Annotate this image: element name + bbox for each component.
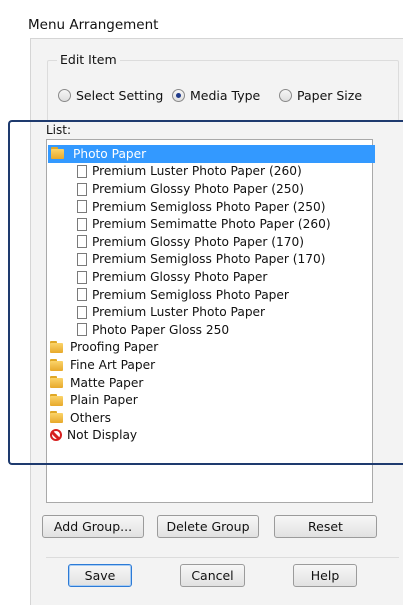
edit-item-label: Edit Item (57, 52, 120, 67)
radio-select-setting[interactable]: Select Setting (58, 88, 163, 103)
help-button[interactable]: Help (293, 564, 357, 587)
highlight-frame (8, 120, 403, 465)
delete-group-button[interactable]: Delete Group (157, 515, 259, 538)
radio-circle-icon (279, 89, 292, 102)
radio-media-type[interactable]: Media Type (172, 88, 260, 103)
radio-circle-selected-icon (172, 89, 185, 102)
radio-label: Media Type (190, 88, 261, 103)
save-button[interactable]: Save (68, 564, 132, 587)
window-title: Menu Arrangement (28, 17, 159, 33)
edit-item-group: Edit Item Select Setting Media Type Pape… (47, 52, 399, 122)
radio-circle-icon (58, 89, 71, 102)
cancel-button[interactable]: Cancel (180, 564, 245, 587)
reset-button[interactable]: Reset (274, 515, 377, 538)
radio-label: Select Setting (76, 88, 164, 103)
add-group-button[interactable]: Add Group... (42, 515, 144, 538)
radio-paper-size[interactable]: Paper Size (279, 88, 362, 103)
separator (46, 557, 399, 558)
radio-label: Paper Size (297, 88, 363, 103)
